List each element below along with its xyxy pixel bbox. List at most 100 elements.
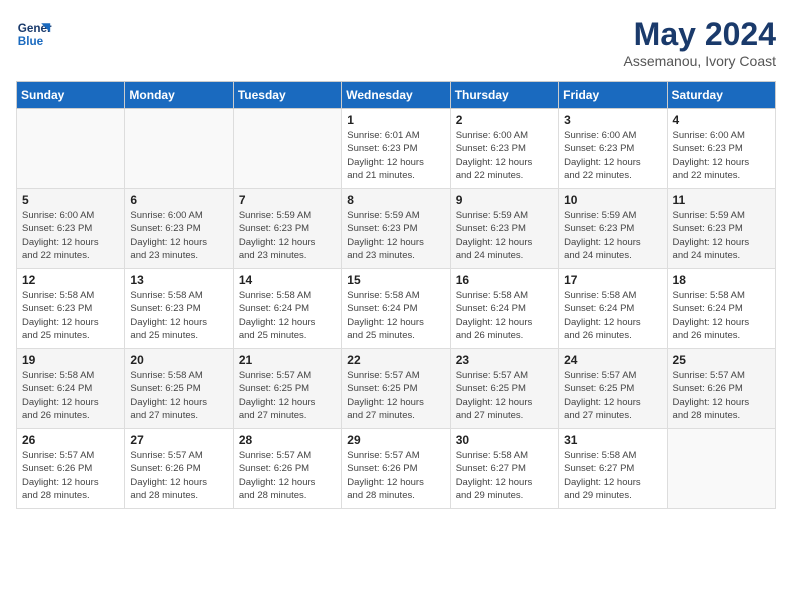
logo: General Blue bbox=[16, 16, 52, 52]
month-title: May 2024 bbox=[623, 16, 776, 53]
day-info: Sunrise: 5:57 AM Sunset: 6:25 PM Dayligh… bbox=[347, 369, 444, 422]
day-number: 28 bbox=[239, 433, 336, 447]
day-info: Sunrise: 6:00 AM Sunset: 6:23 PM Dayligh… bbox=[130, 209, 227, 262]
day-info: Sunrise: 5:57 AM Sunset: 6:25 PM Dayligh… bbox=[564, 369, 661, 422]
weekday-header-cell: Sunday bbox=[17, 82, 125, 109]
calendar-cell: 31Sunrise: 5:58 AM Sunset: 6:27 PM Dayli… bbox=[559, 429, 667, 509]
day-info: Sunrise: 5:59 AM Sunset: 6:23 PM Dayligh… bbox=[673, 209, 770, 262]
day-info: Sunrise: 5:59 AM Sunset: 6:23 PM Dayligh… bbox=[239, 209, 336, 262]
day-info: Sunrise: 6:00 AM Sunset: 6:23 PM Dayligh… bbox=[673, 129, 770, 182]
calendar-cell: 5 Sunrise: 6:00 AM Sunset: 6:23 PM Daylig… bbox=[17, 189, 125, 269]
calendar-cell: 10 Sunrise: 5:59 AM Sunset: 6:23 PM Dayli… bbox=[559, 189, 667, 269]
day-info: Sunrise: 5:58 AM Sunset: 6:24 PM Dayligh… bbox=[564, 289, 661, 342]
calendar-cell: 13Sunrise: 5:58 AM Sunset: 6:23 PM Dayli… bbox=[125, 269, 233, 349]
weekday-header-cell: Friday bbox=[559, 82, 667, 109]
calendar-week-row: 12Sunrise: 5:58 AM Sunset: 6:23 PM Dayli… bbox=[17, 269, 776, 349]
calendar-week-row: 26 Sunrise: 5:57 AM Sunset: 6:26 PM Dayli… bbox=[17, 429, 776, 509]
calendar-cell: 12Sunrise: 5:58 AM Sunset: 6:23 PM Dayli… bbox=[17, 269, 125, 349]
day-number: 11 bbox=[673, 193, 770, 207]
calendar-cell: 28 Sunrise: 5:57 AM Sunset: 6:26 PM Dayli… bbox=[233, 429, 341, 509]
day-info: Sunrise: 5:58 AM Sunset: 6:27 PM Dayligh… bbox=[456, 449, 553, 502]
weekday-header-cell: Tuesday bbox=[233, 82, 341, 109]
title-block: May 2024 Assemanou, Ivory Coast bbox=[623, 16, 776, 69]
calendar-cell: 25 Sunrise: 5:57 AM Sunset: 6:26 PM Dayli… bbox=[667, 349, 775, 429]
page-header: General Blue May 2024 Assemanou, Ivory C… bbox=[16, 16, 776, 69]
day-info: Sunrise: 6:00 AM Sunset: 6:23 PM Dayligh… bbox=[22, 209, 119, 262]
day-number: 10 bbox=[564, 193, 661, 207]
day-number: 25 bbox=[673, 353, 770, 367]
calendar-cell: 3 Sunrise: 6:00 AM Sunset: 6:23 PM Daylig… bbox=[559, 109, 667, 189]
calendar-cell bbox=[17, 109, 125, 189]
day-number: 7 bbox=[239, 193, 336, 207]
day-number: 4 bbox=[673, 113, 770, 127]
calendar-cell: 18Sunrise: 5:58 AM Sunset: 6:24 PM Dayli… bbox=[667, 269, 775, 349]
day-info: Sunrise: 5:57 AM Sunset: 6:25 PM Dayligh… bbox=[239, 369, 336, 422]
day-number: 5 bbox=[22, 193, 119, 207]
calendar-week-row: 19 Sunrise: 5:58 AM Sunset: 6:24 PM Dayli… bbox=[17, 349, 776, 429]
calendar-cell: 16 Sunrise: 5:58 AM Sunset: 6:24 PM Dayli… bbox=[450, 269, 558, 349]
day-info: Sunrise: 5:58 AM Sunset: 6:24 PM Dayligh… bbox=[239, 289, 336, 342]
calendar-body: 1 Sunrise: 6:01 AM Sunset: 6:23 PM Daylig… bbox=[17, 109, 776, 509]
day-info: Sunrise: 5:57 AM Sunset: 6:26 PM Dayligh… bbox=[347, 449, 444, 502]
calendar-cell: 19 Sunrise: 5:58 AM Sunset: 6:24 PM Dayli… bbox=[17, 349, 125, 429]
day-number: 15 bbox=[347, 273, 444, 287]
calendar-cell: 7 Sunrise: 5:59 AM Sunset: 6:23 PM Daylig… bbox=[233, 189, 341, 269]
calendar-cell: 24 Sunrise: 5:57 AM Sunset: 6:25 PM Dayli… bbox=[559, 349, 667, 429]
calendar-cell: 1 Sunrise: 6:01 AM Sunset: 6:23 PM Daylig… bbox=[342, 109, 450, 189]
day-info: Sunrise: 5:59 AM Sunset: 6:23 PM Dayligh… bbox=[564, 209, 661, 262]
day-info: Sunrise: 5:58 AM Sunset: 6:24 PM Dayligh… bbox=[456, 289, 553, 342]
day-number: 6 bbox=[130, 193, 227, 207]
day-number: 21 bbox=[239, 353, 336, 367]
day-number: 22 bbox=[347, 353, 444, 367]
weekday-header-cell: Wednesday bbox=[342, 82, 450, 109]
day-number: 19 bbox=[22, 353, 119, 367]
svg-text:Blue: Blue bbox=[18, 35, 44, 48]
day-info: Sunrise: 5:57 AM Sunset: 6:26 PM Dayligh… bbox=[673, 369, 770, 422]
weekday-header-cell: Monday bbox=[125, 82, 233, 109]
day-number: 16 bbox=[456, 273, 553, 287]
calendar-cell: 23Sunrise: 5:57 AM Sunset: 6:25 PM Dayli… bbox=[450, 349, 558, 429]
calendar-cell: 22 Sunrise: 5:57 AM Sunset: 6:25 PM Dayli… bbox=[342, 349, 450, 429]
day-info: Sunrise: 5:58 AM Sunset: 6:24 PM Dayligh… bbox=[673, 289, 770, 342]
weekday-header-row: SundayMondayTuesdayWednesdayThursdayFrid… bbox=[17, 82, 776, 109]
day-info: Sunrise: 6:00 AM Sunset: 6:23 PM Dayligh… bbox=[456, 129, 553, 182]
day-info: Sunrise: 5:57 AM Sunset: 6:26 PM Dayligh… bbox=[239, 449, 336, 502]
calendar-week-row: 5 Sunrise: 6:00 AM Sunset: 6:23 PM Daylig… bbox=[17, 189, 776, 269]
day-info: Sunrise: 6:00 AM Sunset: 6:23 PM Dayligh… bbox=[564, 129, 661, 182]
calendar-cell: 14 Sunrise: 5:58 AM Sunset: 6:24 PM Dayli… bbox=[233, 269, 341, 349]
weekday-header-cell: Thursday bbox=[450, 82, 558, 109]
calendar-cell: 6 Sunrise: 6:00 AM Sunset: 6:23 PM Daylig… bbox=[125, 189, 233, 269]
day-number: 1 bbox=[347, 113, 444, 127]
weekday-header-cell: Saturday bbox=[667, 82, 775, 109]
calendar-cell bbox=[667, 429, 775, 509]
day-info: Sunrise: 5:58 AM Sunset: 6:24 PM Dayligh… bbox=[22, 369, 119, 422]
day-number: 8 bbox=[347, 193, 444, 207]
calendar-cell: 29Sunrise: 5:57 AM Sunset: 6:26 PM Dayli… bbox=[342, 429, 450, 509]
day-number: 27 bbox=[130, 433, 227, 447]
calendar-cell: 20Sunrise: 5:58 AM Sunset: 6:25 PM Dayli… bbox=[125, 349, 233, 429]
day-number: 14 bbox=[239, 273, 336, 287]
day-info: Sunrise: 6:01 AM Sunset: 6:23 PM Dayligh… bbox=[347, 129, 444, 182]
calendar-week-row: 1 Sunrise: 6:01 AM Sunset: 6:23 PM Daylig… bbox=[17, 109, 776, 189]
day-number: 20 bbox=[130, 353, 227, 367]
calendar-table: SundayMondayTuesdayWednesdayThursdayFrid… bbox=[16, 81, 776, 509]
day-info: Sunrise: 5:59 AM Sunset: 6:23 PM Dayligh… bbox=[347, 209, 444, 262]
location-title: Assemanou, Ivory Coast bbox=[623, 53, 776, 69]
day-info: Sunrise: 5:57 AM Sunset: 6:26 PM Dayligh… bbox=[130, 449, 227, 502]
calendar-cell bbox=[125, 109, 233, 189]
calendar-cell: 27 Sunrise: 5:57 AM Sunset: 6:26 PM Dayli… bbox=[125, 429, 233, 509]
calendar-cell: 9 Sunrise: 5:59 AM Sunset: 6:23 PM Daylig… bbox=[450, 189, 558, 269]
calendar-cell: 8 Sunrise: 5:59 AM Sunset: 6:23 PM Daylig… bbox=[342, 189, 450, 269]
day-info: Sunrise: 5:59 AM Sunset: 6:23 PM Dayligh… bbox=[456, 209, 553, 262]
day-info: Sunrise: 5:58 AM Sunset: 6:27 PM Dayligh… bbox=[564, 449, 661, 502]
day-number: 2 bbox=[456, 113, 553, 127]
calendar-cell: 4 Sunrise: 6:00 AM Sunset: 6:23 PM Daylig… bbox=[667, 109, 775, 189]
day-number: 24 bbox=[564, 353, 661, 367]
day-number: 23 bbox=[456, 353, 553, 367]
calendar-cell: 11 Sunrise: 5:59 AM Sunset: 6:23 PM Dayli… bbox=[667, 189, 775, 269]
calendar-cell: 26Sunrise: 5:57 AM Sunset: 6:26 PM Dayli… bbox=[17, 429, 125, 509]
day-number: 26 bbox=[22, 433, 119, 447]
day-number: 9 bbox=[456, 193, 553, 207]
day-info: Sunrise: 5:58 AM Sunset: 6:24 PM Dayligh… bbox=[347, 289, 444, 342]
day-number: 3 bbox=[564, 113, 661, 127]
